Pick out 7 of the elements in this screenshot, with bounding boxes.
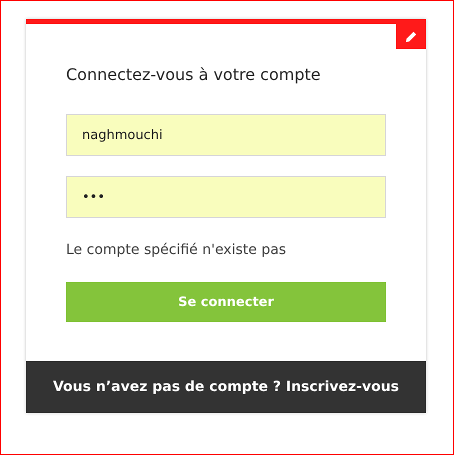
username-field[interactable]: naghmouchi bbox=[66, 114, 386, 156]
edit-button[interactable] bbox=[396, 24, 426, 49]
error-message: Le compte spécifié n'existe pas bbox=[66, 241, 288, 260]
signup-link[interactable]: Vous n’avez pas de compte ? Inscrivez-vous bbox=[26, 361, 426, 413]
login-title: Connectez-vous à votre compte bbox=[66, 64, 322, 86]
password-field[interactable]: ••• bbox=[66, 176, 386, 218]
pencil-icon bbox=[405, 30, 417, 42]
